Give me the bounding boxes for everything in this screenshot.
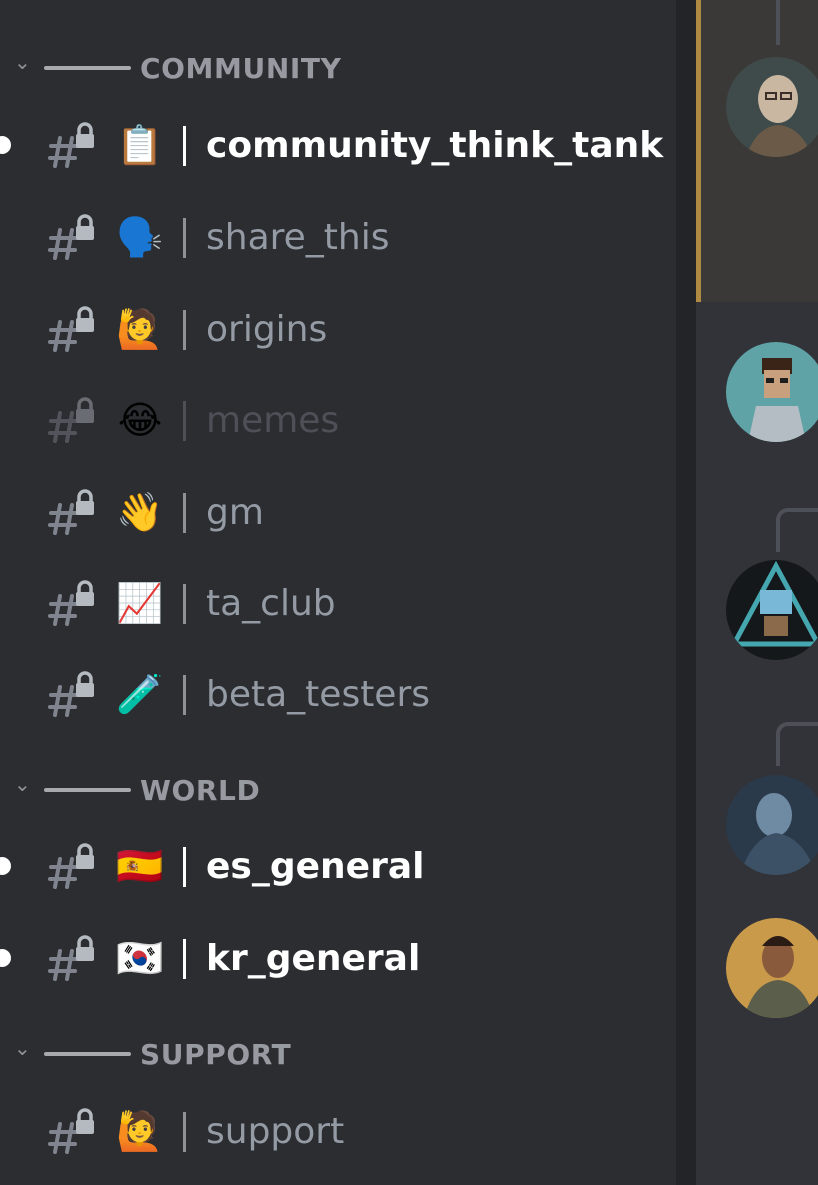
locked-channel-icon	[48, 306, 94, 352]
user-avatar-icon[interactable]	[726, 775, 818, 875]
channel-emoji-icon: 🙋	[116, 1109, 164, 1153]
channel-emoji-icon: 😂	[117, 398, 163, 442]
panel-divider	[676, 0, 696, 1185]
channel-separator	[183, 939, 186, 979]
user-avatar-icon[interactable]	[726, 918, 818, 1018]
unread-indicator	[0, 136, 11, 154]
channel-support[interactable]: 🙋 support	[0, 1088, 676, 1178]
channel-emoji-icon: 🗣️	[116, 215, 164, 259]
channel-emoji-icon: 🙋	[116, 307, 164, 351]
category-label: SUPPORT	[140, 1038, 292, 1071]
channel-name: ta_club	[206, 583, 336, 624]
thread-line	[776, 0, 780, 45]
channel-separator	[183, 493, 186, 533]
thread-line	[776, 722, 818, 766]
channel-separator	[183, 310, 186, 350]
category-label: COMMUNITY	[140, 52, 342, 85]
channel-emoji-icon: 📋	[116, 123, 164, 167]
chevron-down-icon[interactable]: ⌄	[14, 50, 31, 74]
channel-share-this[interactable]: 🗣️ share_this	[0, 194, 676, 284]
channel-separator	[183, 675, 186, 715]
mention-highlight-bar	[696, 0, 701, 302]
chevron-down-icon[interactable]: ⌄	[14, 772, 31, 796]
locked-channel-icon	[48, 397, 94, 443]
channel-separator	[183, 401, 186, 441]
channel-name: gm	[206, 492, 264, 533]
channel-separator	[183, 126, 186, 166]
message-pane-edge	[696, 0, 818, 1185]
channel-name: kr_general	[206, 938, 421, 979]
channel-separator	[183, 584, 186, 624]
channel-name: community_think_tank	[206, 125, 664, 166]
channel-emoji-icon: 👋	[116, 490, 164, 534]
channel-separator	[183, 218, 186, 258]
channel-name: share_this	[206, 217, 390, 258]
locked-channel-icon	[48, 580, 94, 626]
locked-channel-icon	[48, 214, 94, 260]
category-line	[44, 1052, 131, 1056]
user-avatar-icon[interactable]	[726, 560, 818, 660]
category-world[interactable]: ⌄ WORLD	[0, 760, 676, 820]
thread-line	[776, 508, 818, 552]
category-line	[44, 66, 131, 70]
channel-community-think-tank[interactable]: 📋 community_think_tank	[0, 102, 676, 192]
channel-origins[interactable]: 🙋 origins	[0, 286, 676, 376]
category-community[interactable]: ⌄ COMMUNITY	[0, 38, 676, 98]
user-avatar-icon[interactable]	[726, 57, 818, 157]
user-avatar-icon[interactable]	[726, 342, 818, 442]
channel-memes[interactable]: 😂 memes	[0, 377, 676, 467]
locked-channel-icon	[48, 489, 94, 535]
locked-channel-icon	[48, 1108, 94, 1154]
channel-sidebar: ⌄ COMMUNITY 📋 community_think_tank 🗣️ sh…	[0, 0, 676, 1185]
category-line	[44, 788, 131, 792]
channel-kr-general[interactable]: 🇰🇷 kr_general	[0, 915, 676, 1005]
channel-emoji-icon: 🇰🇷	[116, 936, 164, 980]
channel-gm[interactable]: 👋 gm	[0, 469, 676, 559]
locked-channel-icon	[48, 122, 94, 168]
unread-indicator	[0, 949, 11, 967]
channel-beta-testers[interactable]: 🧪 beta_testers	[0, 651, 676, 741]
locked-channel-icon	[48, 935, 94, 981]
locked-channel-icon	[48, 671, 94, 717]
category-support[interactable]: ⌄ SUPPORT	[0, 1024, 676, 1084]
channel-name: beta_testers	[206, 674, 431, 715]
channel-emoji-icon: 🇪🇸	[116, 844, 164, 888]
channel-name: origins	[206, 309, 328, 350]
channel-name: support	[206, 1111, 345, 1152]
locked-channel-icon	[48, 843, 94, 889]
unread-indicator	[0, 857, 11, 875]
channel-separator	[183, 1112, 186, 1152]
channel-emoji-icon: 📈	[116, 581, 164, 625]
category-label: WORLD	[140, 774, 261, 807]
chevron-down-icon[interactable]: ⌄	[14, 1036, 31, 1060]
channel-es-general[interactable]: 🇪🇸 es_general	[0, 823, 676, 913]
channel-separator	[183, 847, 186, 887]
channel-emoji-icon: 🧪	[116, 672, 164, 716]
channel-ta-club[interactable]: 📈 ta_club	[0, 560, 676, 650]
channel-name: es_general	[206, 846, 425, 887]
channel-name: memes	[206, 400, 340, 441]
